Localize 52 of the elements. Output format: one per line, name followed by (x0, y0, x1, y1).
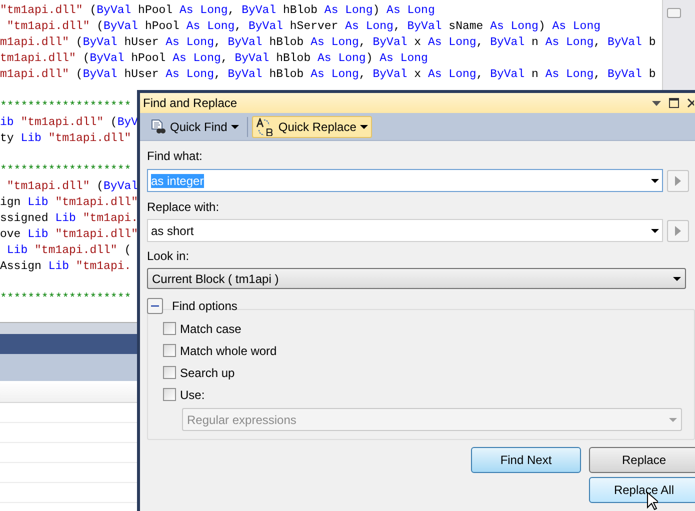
find-options-label: Find options (172, 298, 238, 315)
code-line: Lib "tm1api.dll" ( (6, 243, 132, 259)
dialog-title: Find and Replace (143, 95, 238, 112)
code-line: ******************* (0, 99, 132, 115)
find-next-arrow-button[interactable] (667, 220, 689, 242)
code-line: ******************* (0, 163, 132, 179)
collapse-button[interactable] (147, 298, 163, 314)
code-line: ib "tm1api.dll" (ByV (0, 115, 138, 131)
find-next-arrow-button[interactable] (667, 170, 689, 192)
document-binoculars-icon (150, 118, 166, 134)
checkbox-label: Match whole word (180, 342, 277, 360)
play-arrow-icon (675, 176, 681, 186)
checkbox[interactable] (163, 388, 176, 401)
dialog-button[interactable]: Find Next (471, 447, 581, 473)
code-line: ove Lib "tm1api.dll" (0, 227, 138, 243)
replace-with-label: Replace with: (147, 199, 220, 215)
replace-with-combobox[interactable]: as short (147, 219, 663, 242)
checkbox-label: Search up (180, 364, 235, 382)
a-to-b-replace-icon (256, 118, 274, 136)
dropdown-caret-icon (231, 124, 240, 128)
dropdown-caret-icon (651, 178, 659, 182)
dialog-button[interactable]: Replace All (589, 477, 695, 503)
checkbox[interactable] (163, 344, 176, 357)
toolbar-tab[interactable]: Quick Replace (252, 116, 372, 138)
code-line: "tm1api.dll" (ByVal hPool As Long, ByVal hBlob As Long) As Long (0, 3, 435, 19)
dropdown-caret-icon (360, 124, 368, 128)
dropdown-caret-icon (651, 228, 659, 232)
scrollbar-thumb[interactable] (667, 8, 681, 18)
code-line: m1api.dll" (ByVal hUser As Long, ByVal hBlob As Long, ByVal x As Long, ByVal n As Long, ByVal b (0, 67, 656, 83)
code-line: "tm1api.dll" (ByVal (6, 179, 138, 195)
code-line: ssigned Lib "tm1api. (0, 211, 138, 227)
code-line: m1api.dll" (ByVal hUser As Long, ByVal hBlob As Long, ByVal x As Long, ByVal n As Long, ByVal b (0, 35, 656, 51)
checkbox[interactable] (163, 366, 176, 379)
look-in-select[interactable]: Current Block ( tm1api ) (147, 268, 686, 289)
dropdown-caret-icon (673, 276, 681, 280)
code-line: "tm1api.dll" (ByVal hPool As Long, ByVal hServer As Long, ByVal sName As Long) As Long (6, 19, 601, 35)
checkbox[interactable] (163, 322, 176, 335)
dropdown-caret-icon[interactable] (652, 100, 661, 106)
code-line: ty Lib "tm1api.dll" (0, 131, 132, 147)
code-line: ******************* (0, 291, 132, 307)
code-line: ign Lib "tm1api.dll" (0, 195, 138, 211)
checkbox-label: Use: (180, 386, 205, 404)
maximize-icon[interactable] (669, 98, 679, 108)
look-in-label: Look in: (147, 248, 190, 264)
toolbar-tab[interactable]: Quick Find (146, 116, 244, 138)
code-line: tm1api.dll" (ByVal hPool As Long, ByVal hBlob As Long) As Long (0, 51, 428, 67)
find-what-label: Find what: (147, 148, 204, 164)
dialog-button[interactable]: Replace (589, 447, 695, 473)
code-line: Assign Lib "tm1api. (0, 259, 132, 275)
close-icon[interactable] (687, 98, 694, 108)
play-arrow-icon (675, 226, 681, 236)
checkbox-label: Match case (180, 320, 242, 338)
